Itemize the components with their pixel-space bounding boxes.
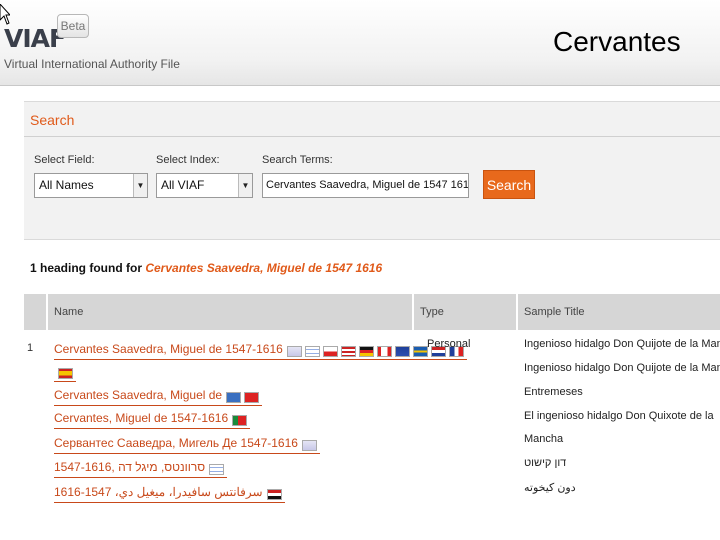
name-link[interactable]: Cervantes Saavedra, Miguel de [54,388,263,406]
search-terms-label: Search Terms: [262,154,333,166]
select-field-dropdown[interactable]: All Names ▼ [34,173,148,198]
sample-title: Mancha [524,433,564,445]
source-flags [58,366,76,380]
flag-es-icon[interactable] [58,368,73,380]
mouse-cursor-icon [0,4,10,25]
flag-ch-icon[interactable] [244,392,260,404]
column-header-number [24,294,46,330]
flag-pt-icon[interactable] [232,415,248,427]
name-link-text: Cervantes Saavedra, Miguel de [54,388,223,402]
column-header-name[interactable]: Name [46,294,412,330]
source-flags [301,438,320,452]
column-header-sample-title[interactable]: Sample Title [516,294,720,330]
sample-title: El ingenioso hidalgo Don Quixote de la [524,410,714,422]
row-number: 1 [27,342,34,354]
results-table-header: Name Type Sample Title [24,294,720,330]
chevron-down-icon[interactable]: ▼ [133,174,147,197]
flag-ll-icon[interactable] [301,440,317,452]
flag-au-icon[interactable] [394,346,410,358]
flag-se-icon[interactable] [412,346,428,358]
flag-il-icon[interactable] [304,346,320,358]
name-link-text: Cervantes, Miguel de 1547-1616 [54,411,229,425]
name-link[interactable]: Cervantes Saavedra, Miguel de 1547-1616 [54,342,467,360]
sample-title: דון קישוט [524,457,567,469]
name-link-text: Cervantes Saavedra, Miguel de 1547-1616 [54,342,283,356]
flag-us-icon[interactable] [340,346,356,358]
search-divider [24,136,720,137]
flag-ca-icon[interactable] [376,346,392,358]
select-index-label: Select Index: [156,154,220,166]
source-flags [266,487,285,501]
name-link-text: سرفانتس سافيدرا، ميغيل دي، 1547-1616 [54,485,263,499]
results-query: Cervantes Saavedra, Miguel de 1547 1616 [145,261,383,275]
sample-title: Ingenioso hidalgo Don Quijote de la Manc… [524,338,720,350]
name-link-text: Сервантес Сааведра, Мигель Де 1547-1616 [54,436,298,450]
flag-ll-icon[interactable] [286,346,302,358]
viaf-logo[interactable]: VIAF [4,24,66,53]
source-flags [226,390,262,404]
search-button[interactable]: Search [483,170,535,199]
select-index-value: All VIAF [161,178,205,192]
search-heading: Search [30,112,75,128]
results-count-text: 1 heading found for [30,261,142,275]
sample-title: Ingenioso hidalgo Don Quijote de la Manc… [524,362,720,374]
name-link[interactable]: 1547-1616, סרוונטס, מיגל דה [54,460,228,478]
heading-type: Personal [427,338,471,350]
column-header-type[interactable]: Type [412,294,516,330]
source-flags [232,413,250,427]
select-field-value: All Names [39,178,94,192]
flag-de-icon[interactable] [358,346,374,358]
flag-il-icon[interactable] [209,464,225,476]
name-link[interactable] [54,364,76,382]
source-flags [209,462,227,476]
sample-title: دون كيخوته [524,482,576,494]
name-link[interactable]: Сервантес Сааведра, Мигель Де 1547-1616 [54,436,320,454]
search-terms-input[interactable]: Cervantes Saavedra, Miguel de 1547 1616 [262,173,469,198]
tagline: Virtual International Authority File [4,57,180,71]
viaf-header: VIAF Beta Virtual International Authorit… [0,0,720,86]
flag-cz-icon[interactable] [322,346,338,358]
name-link[interactable]: سرفانتس سافيدرا، ميغيل دي، 1547-1616 [54,485,285,503]
chevron-down-icon[interactable]: ▼ [238,174,252,197]
beta-badge: Beta [57,14,89,38]
name-link-text: 1547-1616, סרוונטס, מיגל דה [54,460,206,474]
flag-eg-icon[interactable] [266,489,282,501]
search-panel: Search Select Field: All Names ▼ Select … [24,101,720,240]
slide-title: Cervantes [553,26,681,57]
name-link[interactable]: Cervantes, Miguel de 1547-1616 [54,411,251,429]
select-field-label: Select Field: [34,154,95,166]
sample-title: Entremeses [524,386,583,398]
flag-bnf-icon[interactable] [226,392,242,404]
select-index-dropdown[interactable]: All VIAF ▼ [156,173,253,198]
results-count: 1 heading found for Cervantes Saavedra, … [30,261,382,275]
